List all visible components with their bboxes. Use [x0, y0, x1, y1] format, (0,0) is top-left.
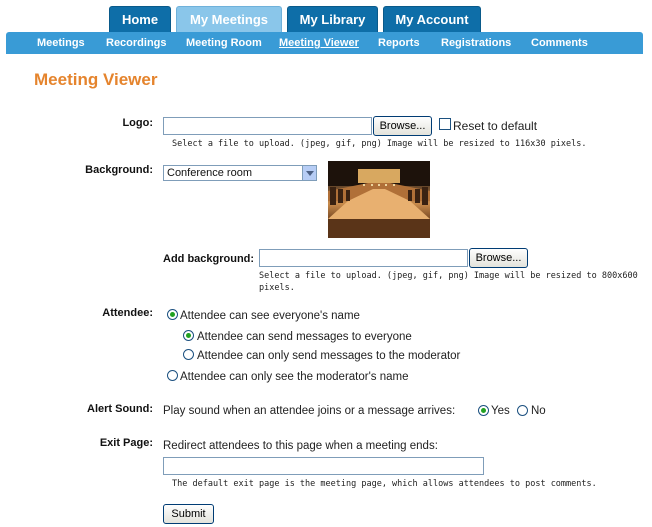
tab-home[interactable]: Home — [109, 6, 171, 32]
alert-no-label: No — [531, 405, 546, 417]
radio-send-everyone[interactable] — [183, 330, 194, 341]
background-hint-line1: Select a file to upload. (jpeg, gif, png… — [259, 271, 638, 281]
exit-page-input[interactable] — [163, 457, 484, 475]
logo-label: Logo: — [122, 117, 153, 129]
subnav-recordings[interactable]: Recordings — [106, 32, 167, 54]
tab-my-meetings[interactable]: My Meetings — [176, 6, 282, 32]
exit-page-hint: The default exit page is the meeting pag… — [172, 479, 597, 489]
radio-see-moderator[interactable] — [167, 370, 178, 381]
send-everyone-label: Attendee can send messages to everyone — [197, 331, 412, 343]
background-label: Background: — [85, 164, 153, 176]
logo-hint: Select a file to upload. (jpeg, gif, png… — [172, 139, 587, 149]
sub-nav: Meetings Recordings Meeting Room Meeting… — [6, 32, 643, 54]
subnav-meetings[interactable]: Meetings — [37, 32, 85, 54]
page-title: Meeting Viewer — [34, 70, 158, 89]
logo-file-input[interactable] — [163, 117, 372, 135]
background-select-value: Conference room — [167, 167, 252, 179]
chevron-down-icon — [302, 166, 316, 180]
subnav-meeting-viewer[interactable]: Meeting Viewer — [279, 32, 359, 54]
add-background-label: Add background: — [163, 253, 255, 265]
attendee-label: Attendee: — [102, 307, 153, 319]
alert-yes-label: Yes — [491, 405, 510, 417]
see-moderator-label: Attendee can only see the moderator's na… — [180, 371, 409, 383]
exit-page-label: Exit Page: — [99, 437, 153, 449]
background-select[interactable]: Conference room — [163, 165, 317, 181]
subnav-reports[interactable]: Reports — [378, 32, 420, 54]
tab-my-account[interactable]: My Account — [383, 6, 481, 32]
subnav-comments[interactable]: Comments — [531, 32, 588, 54]
background-file-input[interactable] — [259, 249, 468, 267]
send-moderator-label: Attendee can only send messages to the m… — [197, 350, 461, 362]
radio-alert-yes[interactable] — [478, 405, 489, 416]
see-everyone-label: Attendee can see everyone's name — [180, 310, 360, 322]
radio-alert-no[interactable] — [517, 405, 528, 416]
logo-browse-button[interactable]: Browse... — [373, 116, 432, 136]
tab-my-library[interactable]: My Library — [287, 6, 378, 32]
submit-button[interactable]: Submit — [163, 504, 214, 524]
reset-default-checkbox[interactable] — [439, 118, 451, 130]
alert-sound-text: Play sound when an attendee joins or a m… — [163, 405, 456, 417]
exit-page-text: Redirect attendees to this page when a m… — [163, 440, 438, 452]
conference-room-image — [328, 161, 430, 238]
background-browse-button[interactable]: Browse... — [469, 248, 528, 268]
subnav-meeting-room[interactable]: Meeting Room — [186, 32, 262, 54]
radio-see-everyone[interactable] — [167, 309, 178, 320]
subnav-registrations[interactable]: Registrations — [441, 32, 511, 54]
radio-send-moderator[interactable] — [183, 349, 194, 360]
alert-sound-label: Alert Sound: — [87, 403, 153, 415]
background-hint-line2: pixels. — [259, 283, 295, 293]
reset-default-label: Reset to default — [453, 119, 538, 133]
main-tabs: Home My Meetings My Library My Account — [0, 0, 652, 32]
